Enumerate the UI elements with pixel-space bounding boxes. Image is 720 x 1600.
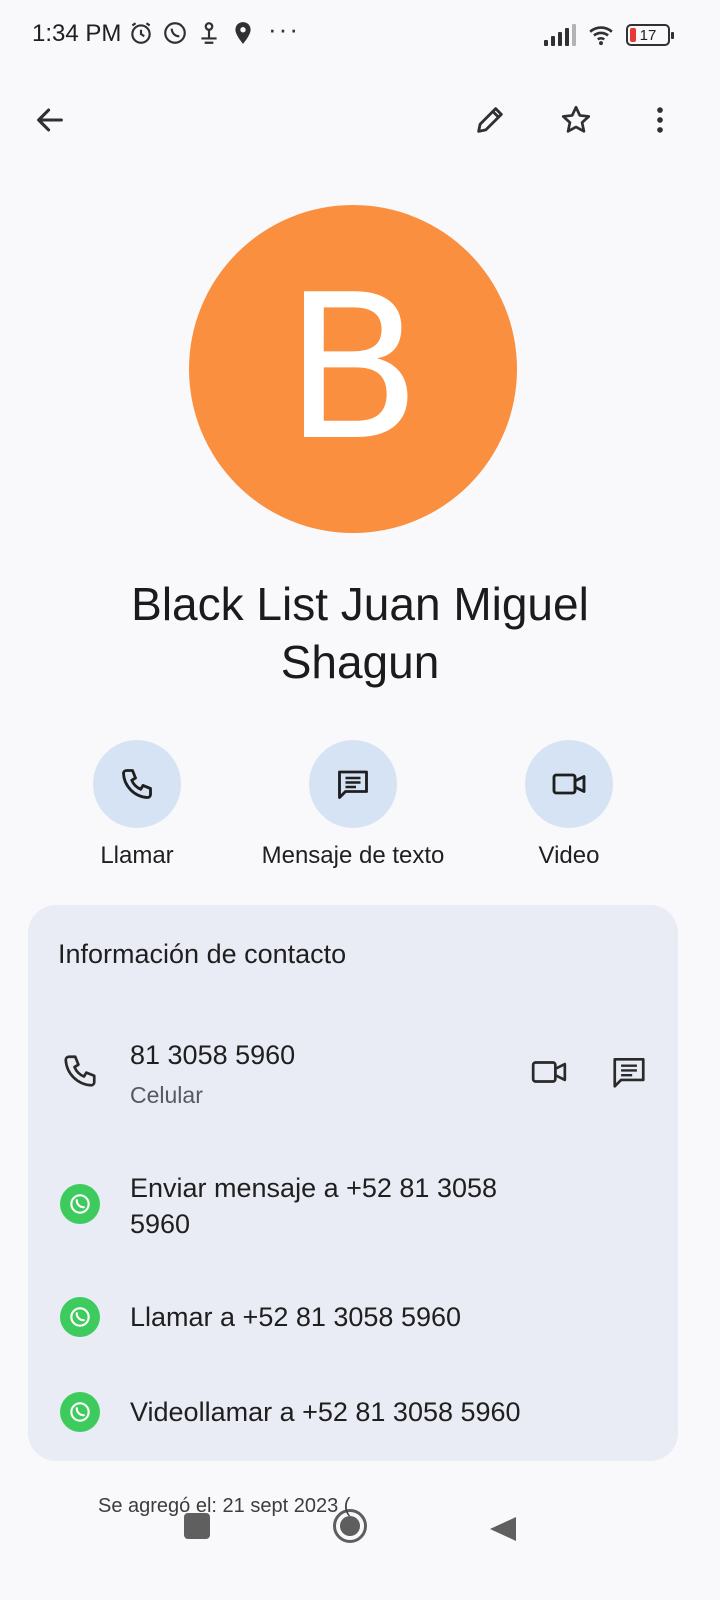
edit-pencil-icon xyxy=(477,107,503,133)
contact-avatar: B xyxy=(189,205,517,533)
phone-type: Celular xyxy=(130,1082,203,1108)
phone-row[interactable]: 81 3058 5960 Celular xyxy=(28,1037,678,1117)
more-options-button[interactable] xyxy=(636,96,684,144)
wifi-icon xyxy=(589,26,613,46)
home-button[interactable] xyxy=(333,1509,367,1543)
top-app-bar xyxy=(0,90,720,150)
phone-video-call-button[interactable] xyxy=(530,1053,568,1096)
phone-icon xyxy=(64,1055,96,1087)
home-dot-icon xyxy=(340,1516,360,1536)
alarm-icon xyxy=(131,22,151,44)
phone-icon xyxy=(122,769,152,799)
video-label: Video xyxy=(538,842,600,869)
status-bar: 1:34 PM ··· 17 xyxy=(0,0,720,70)
recents-button[interactable] xyxy=(184,1513,210,1539)
favorite-button[interactable] xyxy=(552,96,600,144)
message-button[interactable] xyxy=(309,740,397,828)
status-more-indicator: ··· xyxy=(268,14,300,44)
videocam-icon xyxy=(531,1061,567,1083)
contact-name: Black List Juan Miguel Shagun xyxy=(131,578,589,688)
whatsapp-icon xyxy=(60,1297,100,1337)
edit-button[interactable] xyxy=(466,96,514,144)
whatsapp-call-text: Llamar a +52 81 3058 5960 xyxy=(130,1302,462,1332)
status-icons-left xyxy=(128,20,256,46)
call-button[interactable] xyxy=(93,740,181,828)
message-icon xyxy=(338,770,368,799)
star-icon xyxy=(561,105,591,133)
system-nav-bar xyxy=(0,1505,720,1555)
contact-info-card: Información de contacto 81 3058 5960 Cel… xyxy=(28,905,678,1461)
status-time: 1:34 PM xyxy=(32,20,122,47)
back-nav-button[interactable] xyxy=(490,1517,516,1541)
whatsapp-video-icon-wrap xyxy=(58,1390,102,1434)
quick-actions: Llamar Mensaje de texto Video xyxy=(0,740,720,880)
phone-row-icon xyxy=(58,1049,102,1093)
back-arrow-icon xyxy=(37,108,63,132)
phone-message-button[interactable] xyxy=(610,1053,648,1096)
whatsapp-message-row[interactable]: Enviar mensaje a +52 81 3058 5960 xyxy=(28,1170,678,1250)
video-button[interactable] xyxy=(525,740,613,828)
whatsapp-message-icon-wrap xyxy=(58,1182,102,1226)
message-icon xyxy=(613,1057,645,1088)
signal-icon xyxy=(544,24,576,46)
whatsapp-call-icon-wrap xyxy=(58,1295,102,1339)
call-label: Llamar xyxy=(100,842,174,869)
video-action[interactable]: Video xyxy=(449,740,689,870)
location-icon xyxy=(235,22,251,44)
call-action[interactable]: Llamar xyxy=(17,740,257,870)
more-vert-icon xyxy=(657,107,663,133)
battery-icon: 17 xyxy=(626,24,674,46)
message-label: Mensaje de texto xyxy=(261,842,445,869)
whatsapp-video-row[interactable]: Videollamar a +52 81 3058 5960 xyxy=(28,1390,678,1440)
whatsapp-icon xyxy=(60,1392,100,1432)
phone-number: 81 3058 5960 xyxy=(130,1040,296,1070)
status-icons-right: 17 xyxy=(544,22,674,48)
phone-row-text: 81 3058 5960 Celular xyxy=(130,1037,295,1113)
whatsapp-call-row[interactable]: Llamar a +52 81 3058 5960 xyxy=(28,1295,678,1345)
message-action[interactable]: Mensaje de texto xyxy=(233,740,473,870)
back-button[interactable] xyxy=(26,96,74,144)
usb-icon xyxy=(201,22,217,44)
whatsapp-message-text: Enviar mensaje a +52 81 3058 5960 xyxy=(130,1173,498,1239)
whatsapp-video-text: Videollamar a +52 81 3058 5960 xyxy=(130,1397,521,1427)
battery-level-fill xyxy=(630,28,636,42)
phone-row-actions xyxy=(530,1053,648,1096)
whatsapp-icon xyxy=(60,1184,100,1224)
whatsapp-icon xyxy=(164,22,186,44)
avatar-initial: B xyxy=(284,252,422,485)
videocam-icon xyxy=(552,773,586,795)
contact-info-title: Información de contacto xyxy=(58,939,347,969)
battery-level: 17 xyxy=(639,26,657,44)
